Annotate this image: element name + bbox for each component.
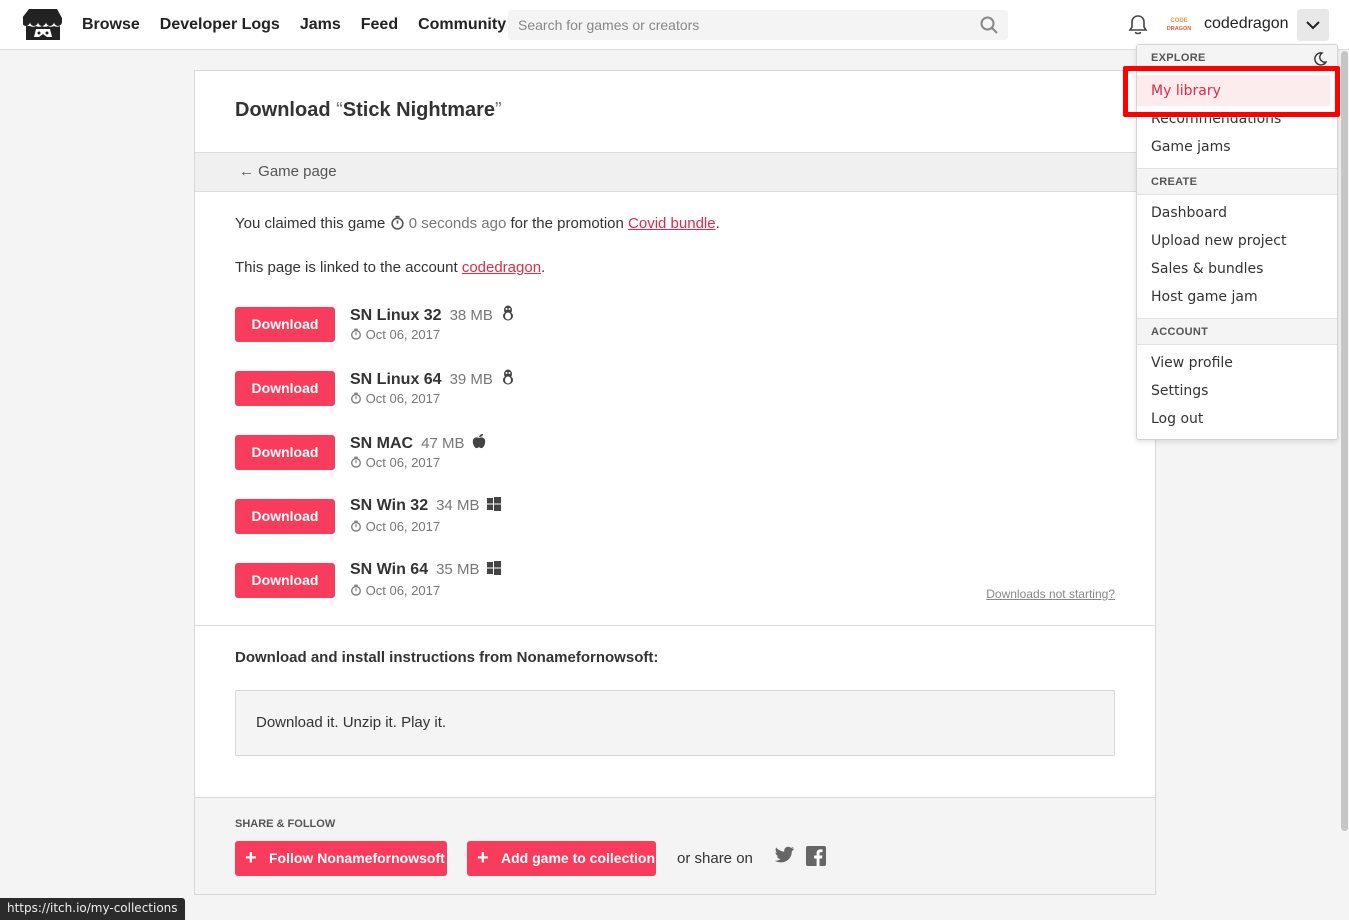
upload-size: 47 MB — [421, 435, 465, 452]
upload-size: 35 MB — [436, 561, 480, 578]
upload-date: Oct 06, 2017 — [350, 327, 440, 342]
linked-account-notice: This page is linked to the account coded… — [235, 259, 546, 276]
top-header: Browse Developer Logs Jams Feed Communit… — [0, 0, 1349, 50]
instructions-title: Download and install instructions from N… — [235, 649, 659, 666]
nav-community[interactable]: Community — [418, 16, 506, 34]
download-card: Download “Stick Nightmare” ← Game page Y… — [194, 70, 1156, 895]
twitter-icon[interactable] — [775, 846, 795, 864]
search-input[interactable] — [508, 10, 968, 40]
nav-browse[interactable]: Browse — [82, 16, 140, 34]
download-button[interactable]: Download — [235, 435, 335, 470]
notification-bell-icon[interactable] — [1128, 14, 1148, 36]
main-nav: Browse Developer Logs Jams Feed Communit… — [82, 0, 526, 50]
upload-row: Download SN Linux 32 38 MB Oct 06, 2017 — [235, 305, 1115, 343]
facebook-icon[interactable] — [806, 846, 826, 866]
stopwatch-icon — [351, 520, 361, 532]
linux-icon — [502, 305, 513, 321]
or-share-label: or share on — [677, 850, 753, 867]
apple-icon — [473, 434, 486, 449]
download-button[interactable]: Download — [235, 499, 335, 534]
promotion-link[interactable]: Covid bundle — [628, 215, 716, 232]
username-label[interactable]: codedragon — [1204, 15, 1289, 33]
upload-size: 34 MB — [436, 497, 480, 514]
upload-row: Download SN Win 64 35 MB Oct 06, 2017 — [235, 561, 1115, 599]
stopwatch-icon — [351, 456, 361, 468]
share-follow-label: SHARE & FOLLOW — [235, 818, 336, 830]
upload-date: Oct 06, 2017 — [350, 583, 440, 598]
user-avatar[interactable]: CODE DRAGON — [1166, 13, 1192, 35]
upload-row: Download SN Linux 64 39 MB Oct 06, 2017 — [235, 369, 1115, 407]
divider — [195, 625, 1155, 626]
windows-icon — [487, 497, 502, 511]
upload-name: SN Linux 64 39 MB — [350, 369, 515, 389]
menu-item-settings[interactable]: Settings — [1151, 383, 1208, 399]
dropdown-section-account: ACCOUNT — [1137, 318, 1337, 345]
svg-text:DRAGON: DRAGON — [1167, 26, 1191, 32]
download-button[interactable]: Download — [235, 307, 335, 342]
upload-date: Oct 06, 2017 — [350, 391, 440, 406]
game-page-link[interactable]: ← Game page — [239, 163, 337, 180]
upload-size: 38 MB — [449, 307, 493, 324]
search-box — [508, 10, 1008, 40]
itchio-logo-icon[interactable] — [23, 7, 63, 43]
instructions-box: Download it. Unzip it. Play it. — [235, 690, 1115, 756]
menu-item-upload-new-project[interactable]: Upload new project — [1151, 233, 1286, 249]
stopwatch-icon — [390, 215, 404, 230]
upload-name: SN Win 64 35 MB — [350, 561, 502, 579]
scrollbar[interactable] — [1341, 51, 1348, 831]
upload-date: Oct 06, 2017 — [350, 519, 440, 534]
windows-icon — [487, 561, 502, 575]
upload-name: SN Win 32 34 MB — [350, 497, 502, 515]
upload-row: Download SN MAC 47 MB Oct 06, 2017 — [235, 433, 1115, 471]
page-title: Download “Stick Nightmare” — [235, 99, 502, 121]
upload-name: SN Linux 32 38 MB — [350, 305, 515, 325]
stopwatch-icon — [351, 392, 361, 404]
chevron-down-icon — [1306, 21, 1320, 30]
download-button[interactable]: Download — [235, 563, 335, 598]
claim-notice: You claimed this game 0 seconds ago for … — [235, 215, 720, 232]
add-to-collection-button[interactable]: + Add game to collection — [467, 841, 656, 876]
linux-icon — [502, 369, 513, 385]
status-url-tooltip: https://itch.io/my-collections — [0, 898, 185, 920]
svg-text:CODE: CODE — [1170, 18, 1187, 24]
menu-item-host-game-jam[interactable]: Host game jam — [1151, 289, 1258, 305]
plus-icon: + — [245, 847, 257, 869]
menu-item-view-profile[interactable]: View profile — [1151, 355, 1233, 371]
upload-row: Download SN Win 32 34 MB Oct 06, 2017 — [235, 497, 1115, 535]
menu-item-game-jams[interactable]: Game jams — [1151, 139, 1231, 155]
nav-jams[interactable]: Jams — [300, 16, 341, 34]
nav-feed[interactable]: Feed — [361, 16, 398, 34]
instructions-text: Download it. Unzip it. Play it. — [256, 714, 447, 731]
follow-button[interactable]: + Follow Nonamefornowsoft — [235, 841, 447, 876]
downloads-not-starting-link[interactable]: Downloads not starting? — [986, 587, 1115, 601]
upload-name: SN MAC 47 MB — [350, 433, 486, 453]
menu-item-dashboard[interactable]: Dashboard — [1151, 205, 1227, 221]
download-button[interactable]: Download — [235, 371, 335, 406]
back-bar: ← Game page — [195, 152, 1155, 192]
upload-size: 39 MB — [449, 371, 493, 388]
upload-date: Oct 06, 2017 — [350, 455, 440, 470]
menu-item-sales-bundles[interactable]: Sales & bundles — [1151, 261, 1263, 277]
stopwatch-icon — [351, 328, 361, 340]
my-library-highlight-box — [1123, 66, 1340, 117]
search-icon[interactable] — [980, 16, 998, 34]
user-menu-toggle[interactable] — [1297, 9, 1329, 41]
dropdown-section-create: CREATE — [1137, 168, 1337, 195]
share-follow-section: SHARE & FOLLOW + Follow Nonamefornowsoft … — [195, 797, 1155, 894]
nav-developer-logs[interactable]: Developer Logs — [160, 16, 280, 34]
plus-icon: + — [477, 847, 489, 869]
stopwatch-icon — [351, 584, 361, 596]
account-link[interactable]: codedragon — [462, 259, 541, 276]
menu-item-log-out[interactable]: Log out — [1151, 411, 1203, 427]
